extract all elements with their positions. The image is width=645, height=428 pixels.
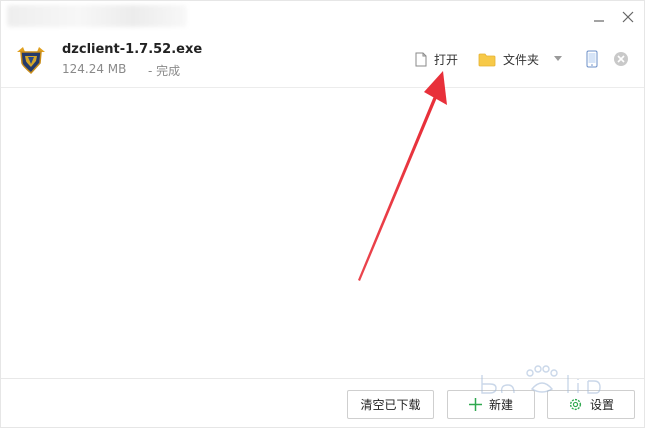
file-size: 124.24 MB	[62, 62, 127, 76]
download-item[interactable]: dzclient-1.7.52.exe 124.24 MB - 完成 打开 文件…	[1, 33, 644, 88]
open-folder-button[interactable]: 文件夹	[478, 49, 539, 69]
caret-down-icon	[554, 55, 562, 61]
footer-bar: 清空已下载 新建 设置	[1, 378, 644, 428]
game-shield-icon	[17, 47, 45, 75]
clear-downloaded-button[interactable]: 清空已下载	[347, 390, 434, 419]
window-title-blurred	[7, 5, 187, 27]
folder-icon	[478, 53, 496, 66]
remove-download-icon[interactable]	[613, 51, 629, 67]
folder-dropdown-button[interactable]	[553, 53, 563, 63]
close-icon	[622, 11, 634, 23]
file-icon	[415, 52, 427, 66]
gear-icon	[569, 398, 582, 411]
title-bar	[1, 1, 644, 33]
minimize-icon	[594, 20, 604, 22]
settings-label: 设置	[589, 398, 614, 412]
file-name: dzclient-1.7.52.exe	[62, 42, 203, 57]
new-label: 新建	[488, 398, 513, 412]
close-button[interactable]	[618, 7, 638, 27]
plus-icon	[468, 398, 482, 411]
download-status: - 完成	[148, 64, 181, 78]
minimize-button[interactable]	[589, 7, 609, 27]
open-label: 打开	[434, 52, 459, 67]
clear-downloaded-label: 清空已下载	[360, 398, 421, 412]
download-manager-window: dzclient-1.7.52.exe 124.24 MB - 完成 打开 文件…	[0, 0, 645, 428]
settings-button[interactable]: 设置	[547, 390, 635, 419]
phone-icon	[586, 50, 598, 68]
folder-label: 文件夹	[503, 52, 540, 67]
send-to-phone-button[interactable]	[584, 49, 600, 69]
open-file-button[interactable]: 打开	[415, 49, 458, 69]
new-download-button[interactable]: 新建	[447, 390, 535, 419]
